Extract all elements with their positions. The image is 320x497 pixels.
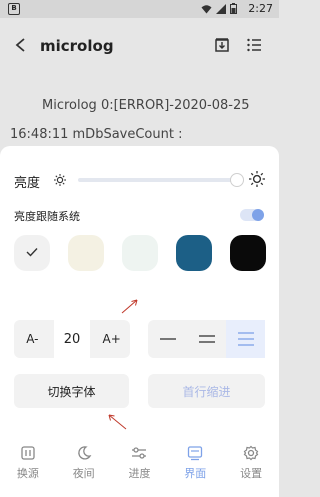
progress-icon [132, 447, 147, 459]
title-bar: microlog [0, 18, 279, 74]
nav-progress[interactable]: 进度 [112, 435, 168, 497]
font-size-value: 20 [53, 320, 91, 358]
nav-label: 夜间 [72, 467, 95, 480]
signal-icon [216, 3, 226, 14]
background-swatch-mint[interactable] [122, 235, 158, 271]
catalog-menu-icon[interactable] [246, 37, 262, 53]
content-line: 16:48:11 mDbSaveCount : [10, 127, 183, 142]
follow-system-toggle[interactable] [240, 209, 264, 221]
background-swatch-cream[interactable] [68, 235, 104, 271]
nav-label: 进度 [128, 467, 151, 480]
nav-change-source[interactable]: 换源 [0, 435, 56, 497]
brightness-slider[interactable] [78, 178, 238, 182]
status-bar: B 2:27 [0, 0, 279, 18]
background-swatch-black[interactable] [230, 235, 266, 271]
battery-icon [230, 3, 237, 14]
spacing-option-tight[interactable] [148, 320, 187, 358]
switch-font-button[interactable]: 切换字体 [14, 374, 129, 408]
spacing-triple-icon [237, 332, 254, 346]
brightness-high-icon [249, 171, 265, 187]
annotation-arrow [121, 299, 138, 314]
toggle-knob [252, 209, 264, 221]
line-spacing-control [148, 320, 265, 358]
wifi-icon [201, 4, 212, 13]
background-swatch-light-gray[interactable] [14, 235, 50, 271]
spacing-option-loose[interactable] [226, 320, 265, 358]
back-arrow-icon[interactable] [14, 37, 28, 53]
nav-label: 设置 [240, 467, 263, 480]
background-swatch-blue[interactable] [176, 235, 212, 271]
brightness-slider-thumb[interactable] [230, 173, 244, 187]
nav-night-mode[interactable]: 夜间 [56, 435, 112, 497]
nav-label: 界面 [184, 467, 207, 480]
spacing-single-icon [159, 338, 176, 340]
brightness-label: 亮度 [14, 176, 41, 191]
source-icon [21, 446, 35, 460]
spacing-option-normal[interactable] [187, 320, 226, 358]
spacing-double-icon [198, 335, 215, 343]
bottom-navigation: 换源 夜间 进度 界面 设置 [0, 435, 279, 497]
nav-interface[interactable]: 界面 [167, 435, 223, 497]
display-settings-sheet: 亮度 亮度跟随系统 A- 20 A+ 切换字体 首行缩进 换源 夜间 进度 界面… [0, 146, 279, 497]
annotation-arrow [108, 414, 127, 430]
reading-content: Microlog 0:[ERROR]-2020-08-25 16:48:11 m… [0, 74, 279, 154]
font-decrease-button[interactable]: A- [14, 320, 51, 358]
check-icon [26, 248, 38, 257]
first-line-indent-button[interactable]: 首行缩进 [148, 374, 265, 408]
brightness-low-icon [54, 174, 66, 186]
clock: 2:27 [248, 2, 273, 15]
nav-settings[interactable]: 设置 [223, 435, 279, 497]
font-size-control: A- 20 A+ [14, 320, 130, 358]
app-notification-icon: B [8, 3, 20, 15]
font-increase-button[interactable]: A+ [93, 320, 130, 358]
interface-icon [188, 446, 203, 461]
nav-label: 换源 [16, 467, 39, 480]
gear-icon [243, 445, 259, 461]
status-icons [201, 3, 237, 14]
download-chapter-icon[interactable] [214, 37, 230, 53]
follow-system-label: 亮度跟随系统 [14, 210, 80, 223]
moon-icon [77, 446, 92, 460]
content-line: Microlog 0:[ERROR]-2020-08-25 [42, 98, 250, 113]
page-title: microlog [40, 37, 114, 55]
